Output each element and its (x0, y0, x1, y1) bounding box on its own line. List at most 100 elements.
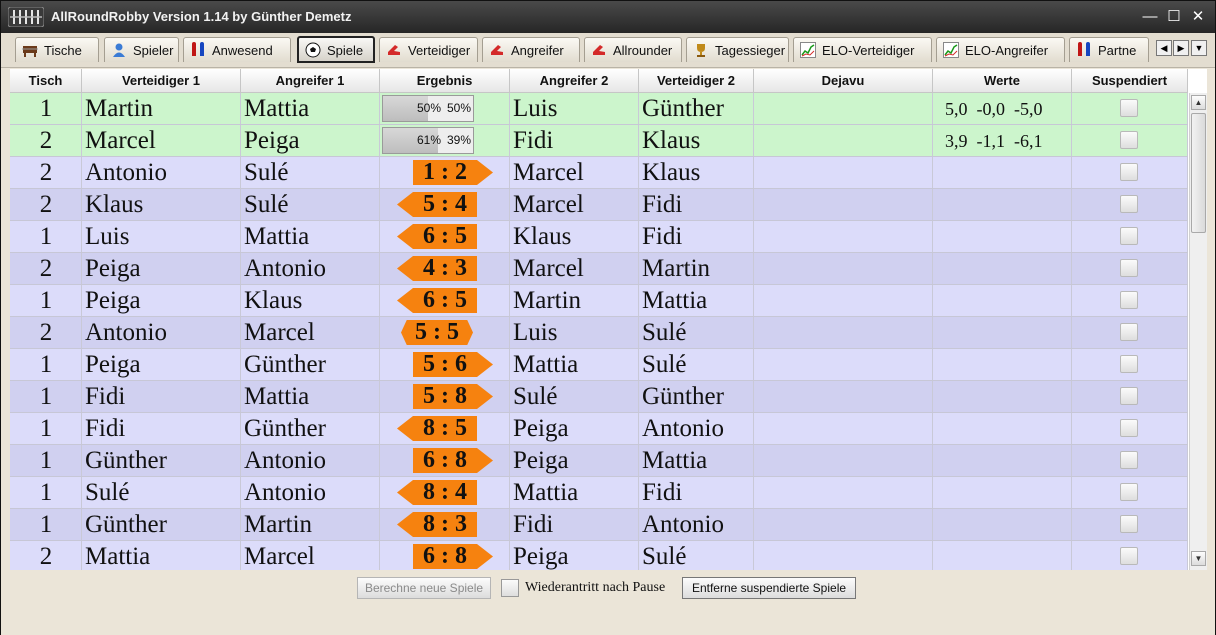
suspend-checkbox[interactable] (1120, 387, 1138, 405)
scroll-down-button[interactable]: ▼ (1191, 551, 1206, 566)
score-badge[interactable]: 6 : 5 (397, 224, 477, 249)
tab-tagessieger[interactable]: Tagessieger (686, 37, 789, 62)
cell-angreifer-2: Marcel (510, 253, 639, 284)
header-suspendiert[interactable]: Suspendiert (1072, 69, 1188, 93)
score-badge[interactable]: 6 : 8 (413, 544, 493, 569)
score-badge[interactable]: 8 : 3 (397, 512, 477, 537)
header-angreifer-1[interactable]: Angreifer 1 (241, 69, 380, 93)
player-name: Klaus (85, 191, 144, 218)
table-row[interactable]: 2 Marcel Peiga 61% 39% Fidi Klaus 3,9 -1,1 -6,1 (10, 125, 1188, 157)
table-row[interactable]: 2 Peiga Antonio 4 : 3 Marcel Martin (10, 253, 1188, 285)
tab-scroll-left-button[interactable]: ◀ (1156, 40, 1172, 56)
table-row[interactable]: 1 Martin Mattia 50% 50% Luis Günther 5,0 -0,0 -… (10, 93, 1188, 125)
suspend-checkbox[interactable] (1120, 259, 1138, 277)
cell-angreifer-1: Antonio (241, 253, 380, 284)
suspend-checkbox[interactable] (1120, 99, 1138, 117)
tab-spiele[interactable]: Spiele (297, 36, 375, 63)
score-badge[interactable]: 1 : 2 (413, 160, 493, 185)
title-bar[interactable]: AllRoundRobby Version 1.14 by Günther De… (1, 1, 1215, 33)
cell-werte (933, 253, 1072, 284)
tab-spieler[interactable]: Spieler (104, 37, 179, 62)
table-row[interactable]: 1 Fidi Günther 8 : 5 Peiga Antonio (10, 413, 1188, 445)
tab-allrounder[interactable]: Allrounder (584, 37, 682, 62)
suspend-checkbox[interactable] (1120, 355, 1138, 373)
tab-anwesend[interactable]: Anwesend (183, 37, 291, 62)
suspend-checkbox[interactable] (1120, 291, 1138, 309)
close-button[interactable]: ✕ (1188, 7, 1208, 27)
cell-tisch: 2 (10, 541, 82, 570)
header-angreifer-2[interactable]: Angreifer 2 (510, 69, 639, 93)
score-badge[interactable]: 5 : 4 (397, 192, 477, 217)
cell-werte (933, 477, 1072, 508)
suspend-checkbox[interactable] (1120, 451, 1138, 469)
table-row[interactable]: 2 Klaus Sulé 5 : 4 Marcel Fidi (10, 189, 1188, 221)
score-badge[interactable]: 5 : 8 (413, 384, 493, 409)
cell-dejavu (754, 477, 933, 508)
table-row[interactable]: 1 Sulé Antonio 8 : 4 Mattia Fidi (10, 477, 1188, 509)
tab-angreifer[interactable]: Angreifer (482, 37, 580, 62)
score-badge[interactable]: 8 : 4 (397, 480, 477, 505)
header-ergebnis[interactable]: Ergebnis (380, 69, 510, 93)
score-badge[interactable]: 4 : 3 (397, 256, 477, 281)
scroll-thumb[interactable] (1191, 113, 1206, 233)
score-badge[interactable]: 6 : 5 (397, 288, 477, 313)
table-row[interactable]: 2 Mattia Marcel 6 : 8 Peiga Sulé (10, 541, 1188, 570)
minimize-button[interactable]: — (1140, 7, 1160, 27)
tisch-number: 2 (39, 255, 53, 282)
tab-tische[interactable]: Tische (15, 37, 99, 62)
score-badge[interactable]: 6 : 8 (413, 448, 493, 473)
soccer-ball-icon (305, 42, 321, 58)
player-name: Antonio (85, 319, 167, 346)
cell-tisch: 2 (10, 317, 82, 348)
header-tisch[interactable]: Tisch (10, 69, 82, 93)
player-name: Marcel (244, 543, 315, 570)
scroll-up-button[interactable]: ▲ (1191, 95, 1206, 110)
table-row[interactable]: 1 Günther Antonio 6 : 8 Peiga Mattia (10, 445, 1188, 477)
suspend-checkbox[interactable] (1120, 483, 1138, 501)
cell-dejavu (754, 253, 933, 284)
rematch-after-pause-checkbox[interactable] (501, 579, 519, 597)
score-badge[interactable]: 5 : 5 (401, 320, 473, 345)
table-row[interactable]: 2 Antonio Marcel 5 : 5 Luis Sulé (10, 317, 1188, 349)
tab-elo-angreifer[interactable]: ELO-Angreifer (936, 37, 1065, 62)
score-badge[interactable]: 8 : 5 (397, 416, 477, 441)
cell-suspendiert (1072, 93, 1188, 124)
suspend-checkbox[interactable] (1120, 323, 1138, 341)
tisch-number: 1 (39, 479, 53, 506)
header-verteidiger-1[interactable]: Verteidiger 1 (82, 69, 241, 93)
suspend-checkbox[interactable] (1120, 515, 1138, 533)
tab-scroll-right-button[interactable]: ▶ (1173, 40, 1189, 56)
cell-tisch: 1 (10, 285, 82, 316)
table-row[interactable]: 1 Peiga Günther 5 : 6 Mattia Sulé (10, 349, 1188, 381)
tab-partne[interactable]: Partne (1069, 37, 1149, 62)
table-row[interactable]: 1 Peiga Klaus 6 : 5 Martin Mattia (10, 285, 1188, 317)
cell-verteidiger-1: Günther (82, 509, 241, 540)
cell-tisch: 1 (10, 93, 82, 124)
score-badge[interactable]: 5 : 6 (413, 352, 493, 377)
tab-list-menu-button[interactable]: ▼ (1191, 40, 1207, 56)
maximize-button[interactable]: ☐ (1164, 7, 1184, 27)
tab-verteidiger[interactable]: Verteidiger (379, 37, 478, 62)
player-name: Luis (513, 95, 558, 122)
cell-angreifer-1: Peiga (241, 125, 380, 156)
suspend-checkbox[interactable] (1120, 195, 1138, 213)
suspend-checkbox[interactable] (1120, 163, 1138, 181)
cell-ergebnis: 8 : 4 (380, 477, 510, 508)
header-verteidiger-2[interactable]: Verteidiger 2 (639, 69, 754, 93)
suspend-checkbox[interactable] (1120, 131, 1138, 149)
vertical-scrollbar[interactable]: ▲ ▼ (1189, 93, 1207, 570)
table-row[interactable]: 2 Antonio Sulé 1 : 2 Marcel Klaus (10, 157, 1188, 189)
table-row[interactable]: 1 Günther Martin 8 : 3 Fidi Antonio (10, 509, 1188, 541)
suspend-checkbox[interactable] (1120, 547, 1138, 565)
table-row[interactable]: 1 Luis Mattia 6 : 5 Klaus Fidi (10, 221, 1188, 253)
header-dejavu[interactable]: Dejavu (754, 69, 933, 93)
table-row[interactable]: 1 Fidi Mattia 5 : 8 Sulé Günther (10, 381, 1188, 413)
tisch-number: 2 (39, 127, 53, 154)
header-werte[interactable]: Werte (933, 69, 1072, 93)
compute-new-games-button[interactable]: Berechne neue Spiele (357, 577, 491, 599)
suspend-checkbox[interactable] (1120, 419, 1138, 437)
suspend-checkbox[interactable] (1120, 227, 1138, 245)
tab-elo-verteidiger[interactable]: ELO-Verteidiger (793, 37, 932, 62)
cell-werte (933, 157, 1072, 188)
remove-suspended-games-button[interactable]: Entferne suspendierte Spiele (682, 577, 856, 599)
